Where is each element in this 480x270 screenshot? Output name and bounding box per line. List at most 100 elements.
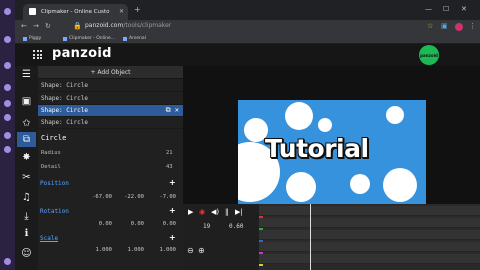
add-object-button[interactable]: + Add Object: [38, 66, 183, 79]
scale-z[interactable]: 1.000: [148, 247, 176, 253]
skip-forward-icon[interactable]: ▶|: [235, 208, 243, 216]
bookmark-label: Piggy: [29, 36, 42, 41]
shape-tool-icon[interactable]: ⧉: [17, 132, 36, 147]
back-arrow-icon[interactable]: ←: [21, 22, 27, 30]
circle-shape[interactable]: [285, 102, 313, 130]
rotation-add-icon[interactable]: +: [169, 206, 176, 215]
duplicate-icon[interactable]: ⧉: [166, 106, 171, 114]
radius-row[interactable]: Radius 21: [38, 147, 183, 159]
rotation-z[interactable]: 0.00: [148, 221, 176, 227]
rotation-section[interactable]: Rotation: [40, 208, 69, 215]
tools-icon[interactable]: ✂: [17, 170, 36, 185]
os-app-icon[interactable]: [4, 84, 11, 91]
layer-item[interactable]: Shape: Circle: [38, 80, 183, 92]
stage-title-text[interactable]: Tutorial: [265, 134, 369, 163]
circle-shape[interactable]: [350, 174, 370, 194]
brand-logo[interactable]: panzoid: [52, 46, 112, 61]
delete-icon[interactable]: ✕: [175, 106, 179, 114]
layer-label: Shape: Circle: [41, 95, 88, 102]
bookmark-label: Arsenal: [129, 36, 146, 41]
maximize-button[interactable]: ☐: [443, 5, 449, 13]
scale-x[interactable]: 1.000: [84, 247, 112, 253]
star-icon[interactable]: ✩: [17, 116, 36, 131]
circle-shape[interactable]: [383, 168, 417, 202]
os-app-icon[interactable]: [4, 132, 11, 139]
position-add-icon[interactable]: +: [169, 178, 176, 187]
layer-item-selected[interactable]: Shape: Circle ⧉ ✕: [38, 105, 183, 117]
detail-row[interactable]: Detail 43: [38, 161, 183, 173]
extension-icon[interactable]: ▣: [441, 22, 448, 30]
tab-title: Clipmaker - Online Custo: [41, 9, 110, 15]
browser-tab[interactable]: Clipmaker - Online Custo ✕: [23, 4, 128, 20]
info-icon[interactable]: ℹ: [17, 226, 36, 241]
os-app-icon[interactable]: [4, 114, 11, 121]
circle-shape[interactable]: [386, 106, 404, 124]
audio-icon[interactable]: ◀): [211, 208, 219, 216]
track-row[interactable]: [259, 242, 480, 252]
rotation-y[interactable]: 0.00: [116, 221, 144, 227]
track-row[interactable]: [259, 230, 480, 240]
detail-label: Detail: [41, 164, 61, 170]
scale-section[interactable]: Scale: [40, 235, 58, 242]
frame-counter: 19: [203, 223, 211, 230]
circle-shape[interactable]: [286, 172, 316, 202]
bookmark-item[interactable]: Piggy: [23, 36, 41, 41]
user-avatar[interactable]: panzoid: [419, 45, 439, 65]
position-x[interactable]: -67.00: [84, 194, 112, 200]
preview-stage[interactable]: Tutorial: [238, 100, 426, 204]
bookmark-item[interactable]: Clipmaker - Online...: [63, 36, 115, 41]
bookmark-item[interactable]: Arsenal: [123, 36, 146, 41]
star-icon[interactable]: ☆: [427, 22, 433, 30]
close-window-button[interactable]: ✕: [461, 5, 467, 13]
waveform-icon[interactable]: ‖: [225, 208, 229, 216]
rotation-x[interactable]: 0.00: [84, 221, 112, 227]
os-app-icon[interactable]: [4, 62, 11, 69]
profile-avatar[interactable]: [455, 23, 463, 31]
record-icon[interactable]: ◉: [199, 208, 205, 216]
forward-arrow-icon[interactable]: →: [33, 22, 39, 30]
zoom-in-icon[interactable]: ⊕: [198, 246, 205, 255]
detail-value[interactable]: 43: [166, 164, 173, 170]
minimize-button[interactable]: —: [425, 5, 432, 13]
smile-icon[interactable]: ☺: [17, 246, 36, 261]
os-settings-icon[interactable]: [4, 258, 11, 265]
tab-close-icon[interactable]: ✕: [119, 8, 124, 15]
position-section[interactable]: Position: [40, 180, 69, 187]
position-y[interactable]: -22.00: [116, 194, 144, 200]
layer-label: Shape: Circle: [41, 119, 88, 126]
download-icon[interactable]: ⤓: [17, 209, 36, 224]
os-app-icon[interactable]: [4, 8, 11, 15]
track-row[interactable]: [259, 254, 480, 264]
position-z[interactable]: -7.00: [148, 194, 176, 200]
browser-menu-icon[interactable]: ⋮: [469, 22, 476, 30]
reload-icon[interactable]: ↻: [45, 22, 51, 30]
lock-icon: 🔒: [73, 22, 82, 30]
track-row[interactable]: [259, 218, 480, 228]
bookmark-label: Clipmaker - Online...: [69, 36, 115, 41]
play-icon[interactable]: ▶: [188, 208, 193, 216]
playhead[interactable]: [310, 204, 311, 270]
radius-value[interactable]: 21: [166, 150, 173, 156]
url-host: panzoid.com: [85, 22, 124, 29]
image-icon[interactable]: ▣: [17, 94, 36, 109]
os-app-icon[interactable]: [4, 146, 11, 153]
os-app-icon[interactable]: [4, 36, 11, 43]
scale-y[interactable]: 1.000: [116, 247, 144, 253]
layer-item[interactable]: Shape: Circle: [38, 117, 183, 129]
radius-label: Radius: [41, 150, 61, 156]
track-row[interactable]: [259, 206, 480, 216]
object-panel: + Add Object Shape: Circle Shape: Circle…: [38, 66, 183, 270]
timeline-track[interactable]: [259, 204, 480, 270]
url-field[interactable]: panzoid.com/tools/clipmaker: [85, 22, 171, 29]
os-taskbar: [0, 0, 15, 270]
zoom-out-icon[interactable]: ⊖: [187, 246, 194, 255]
os-app-icon[interactable]: [4, 100, 11, 107]
music-icon[interactable]: ♫: [17, 190, 36, 205]
apps-grid-icon[interactable]: [33, 50, 42, 59]
menu-icon[interactable]: ☰: [17, 67, 36, 82]
scale-add-icon[interactable]: +: [169, 233, 176, 242]
circle-shape[interactable]: [318, 118, 332, 132]
new-tab-button[interactable]: +: [134, 5, 141, 14]
layer-item[interactable]: Shape: Circle: [38, 93, 183, 105]
burst-icon[interactable]: ✸: [17, 150, 36, 165]
